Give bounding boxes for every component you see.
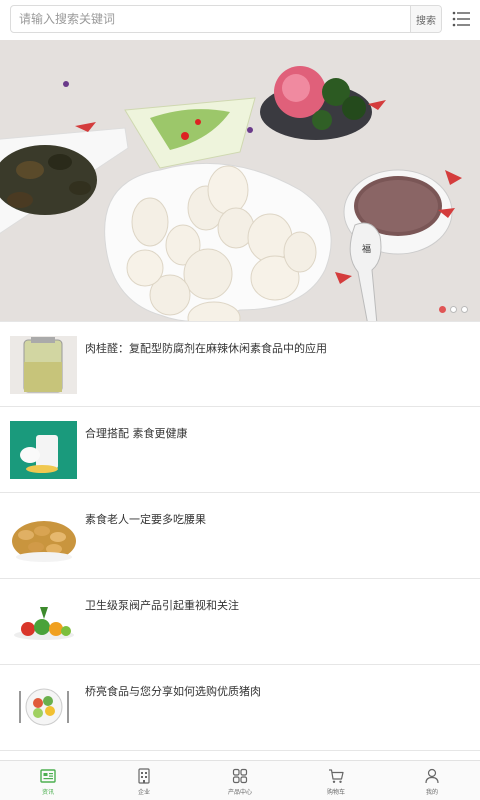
carousel-dot[interactable] <box>439 306 446 313</box>
news-thumbnail <box>10 336 77 394</box>
banner-carousel[interactable]: 福 <box>0 40 480 321</box>
news-item[interactable]: 桥亮食品与您分享如何选购优质猪肉 <box>0 665 480 751</box>
cart-icon <box>329 768 344 783</box>
nav-label: 我的 <box>425 788 438 796</box>
nav-item-cart[interactable]: 购物车 <box>288 761 384 800</box>
nav-label: 购物车 <box>326 788 345 796</box>
carousel-dot[interactable] <box>461 306 468 313</box>
news-item[interactable]: 素食老人一定要多吃腰果 <box>0 493 480 579</box>
news-item[interactable]: 肉桂醛：复配型防腐剂在麻辣休闲素食品中的应用 <box>0 321 480 407</box>
carousel-indicator[interactable] <box>439 306 468 313</box>
search-button[interactable]: 搜索 <box>410 6 441 32</box>
news-title: 桥亮食品与您分享如何选购优质猪肉 <box>85 685 261 698</box>
search-box: 搜索 <box>10 5 442 33</box>
news-list: 肉桂醛：复配型防腐剂在麻辣休闲素食品中的应用 合理搭配 素食更健康 素食老人一定… <box>0 321 480 751</box>
news-item[interactable]: 卫生级泵阀产品引起重视和关注 <box>0 579 480 665</box>
search-input[interactable] <box>11 6 410 32</box>
bottom-nav: 资讯 企业 产品中心 购物车 我的 <box>0 760 480 800</box>
news-thumbnail <box>10 679 77 737</box>
user-icon <box>425 768 439 783</box>
nav-label: 资讯 <box>41 788 54 796</box>
company-icon <box>138 767 150 784</box>
list-menu-icon <box>452 11 470 27</box>
news-title: 合理搭配 素食更健康 <box>85 427 188 440</box>
banner-image: 福 <box>0 40 480 321</box>
nav-label: 企业 <box>137 788 150 796</box>
svg-text:福: 福 <box>362 243 371 255</box>
header: 搜索 <box>0 0 480 40</box>
news-title: 卫生级泵阀产品引起重视和关注 <box>85 599 239 612</box>
nav-item-profile[interactable]: 我的 <box>384 761 480 800</box>
menu-button[interactable] <box>448 6 474 32</box>
news-item[interactable]: 合理搭配 素食更健康 <box>0 407 480 493</box>
news-thumbnail <box>10 593 77 651</box>
news-icon <box>40 768 56 783</box>
nav-label: 产品中心 <box>227 788 252 796</box>
news-thumbnail <box>10 507 77 565</box>
news-title: 素食老人一定要多吃腰果 <box>85 513 206 526</box>
news-thumbnail <box>10 421 77 479</box>
nav-item-products[interactable]: 产品中心 <box>192 761 288 800</box>
nav-item-news[interactable]: 资讯 <box>0 761 96 800</box>
news-title: 肉桂醛：复配型防腐剂在麻辣休闲素食品中的应用 <box>85 342 327 355</box>
grid-icon <box>232 768 248 783</box>
carousel-dot[interactable] <box>450 306 457 313</box>
nav-item-company[interactable]: 企业 <box>96 761 192 800</box>
